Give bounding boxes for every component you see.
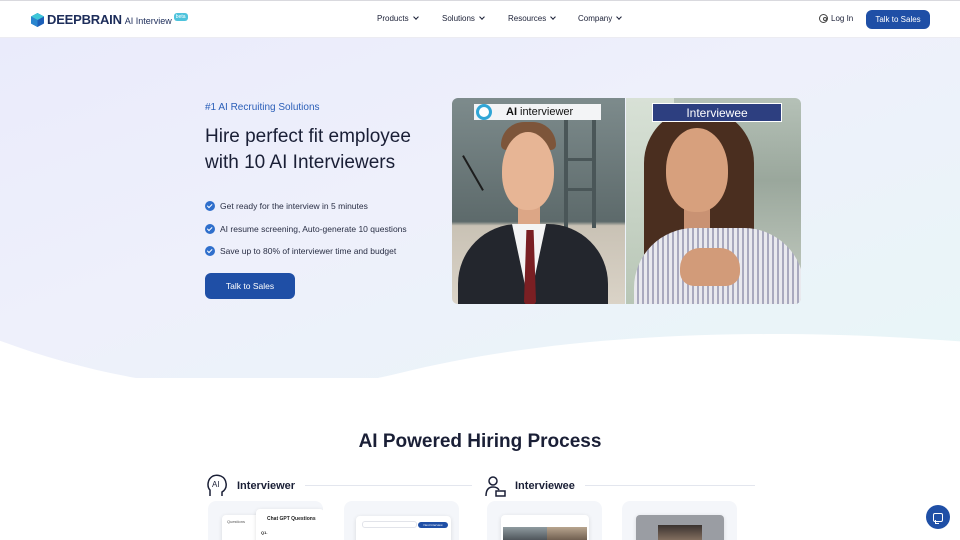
nav-solutions[interactable]: Solutions <box>442 14 485 23</box>
nav-solutions-label: Solutions <box>442 14 475 23</box>
interviewee-pane <box>625 98 801 304</box>
question-number: Q1. <box>261 530 268 535</box>
questions-header: Questions <box>227 519 246 524</box>
chat-bubble-icon <box>933 512 943 524</box>
check-circle-icon <box>205 246 215 257</box>
logo[interactable]: DEEPBRAIN AI Interview beta <box>31 12 188 27</box>
deepbrain-logo-icon <box>31 12 44 27</box>
next-interview-chip: Next Interview <box>418 522 448 528</box>
interview-session-panel <box>636 515 724 540</box>
section-title: AI Powered Hiring Process <box>358 431 602 452</box>
benefit-text: Get ready for the interview in 5 minutes <box>220 201 368 212</box>
interviewer-role: AI Interviewer <box>206 474 295 498</box>
interviewee-face <box>665 128 728 212</box>
interviewee-label: Interviewee <box>515 480 575 492</box>
benefit-text: AI resume screening, Auto-generate 10 qu… <box>220 223 407 234</box>
logo-product: AI Interview <box>124 15 172 26</box>
hero-wave-divider <box>0 334 960 378</box>
hero-title-line-1: Hire perfect fit employee <box>205 126 411 147</box>
header-talk-to-sales-button[interactable]: Talk to Sales <box>866 10 930 29</box>
chevron-down-icon <box>412 14 419 20</box>
nav-products[interactable]: Products <box>377 14 419 23</box>
desk-lamp <box>462 155 484 191</box>
filter-input <box>362 521 417 528</box>
divider <box>585 485 755 486</box>
benefit-text: Save up to 80% of interviewer time and b… <box>220 246 397 257</box>
site-header: DEEPBRAIN AI Interview beta Products Sol… <box>0 0 960 38</box>
participant-photo <box>547 527 587 540</box>
chat-gpt-title: Chat GPT Questions <box>267 516 316 522</box>
list-item: Save up to 80% of interviewer time and b… <box>205 240 407 263</box>
user-icon <box>819 14 828 23</box>
chevron-down-icon <box>479 14 485 20</box>
check-circle-icon <box>205 223 215 234</box>
chevron-down-icon <box>550 14 557 20</box>
interview-video-preview[interactable]: AI interviewer Interviewee <box>452 98 801 304</box>
login-label: Log In <box>831 14 854 23</box>
ai-head-icon: AI <box>207 474 227 496</box>
person-laptop-icon <box>485 476 506 497</box>
list-item: AI resume screening, Auto-generate 10 qu… <box>205 218 407 241</box>
ai-interviewer-tag-text: interviewer <box>520 106 574 118</box>
hero-title-line-2: with 10 AI Interviewers <box>205 152 396 173</box>
process-card-interviewee-1[interactable] <box>487 501 602 540</box>
interviewer-label: Interviewer <box>237 480 296 492</box>
hero-title: Hire perfect fit employee with 10 AI Int… <box>205 124 455 176</box>
process-card-questions[interactable]: Questions Chat GPT Questions Q1. <box>208 501 323 540</box>
chat-gpt-panel: Chat GPT Questions Q1. <box>256 509 323 540</box>
process-card-schedule[interactable]: Next Interview <box>344 501 459 540</box>
list-item: Get ready for the interview in 5 minutes <box>205 195 407 218</box>
nav-resources[interactable]: Resources <box>508 14 557 23</box>
chevron-down-icon <box>616 14 623 20</box>
interviewer-face <box>502 132 554 210</box>
participant-photo <box>503 527 548 540</box>
schedule-panel: Next Interview <box>356 516 451 540</box>
shelf-post <box>592 118 596 228</box>
nav-company-label: Company <box>578 14 613 23</box>
interviewee-tag: Interviewee <box>652 103 782 122</box>
interviewee-hands <box>679 248 740 286</box>
shelf-board <box>564 158 596 161</box>
ai-ring-icon <box>476 104 492 120</box>
divider <box>305 485 472 486</box>
hero-talk-to-sales-button[interactable]: Talk to Sales <box>205 273 295 299</box>
check-circle-icon <box>205 201 215 212</box>
nav-resources-label: Resources <box>508 14 547 23</box>
hero-benefits-list: Get ready for the interview in 5 minutes… <box>205 195 407 263</box>
shelf-post <box>564 118 568 228</box>
video-call-panel <box>501 515 589 540</box>
svg-text:AI: AI <box>212 480 220 489</box>
interviewee-role: Interviewee <box>484 474 575 498</box>
nav-products-label: Products <box>377 14 409 23</box>
login-link[interactable]: Log In <box>819 14 853 23</box>
ai-interviewer-tag: AI interviewer <box>474 104 601 120</box>
shelf-board <box>564 188 596 191</box>
hero-eyebrow: #1 AI Recruiting Solutions <box>205 102 320 113</box>
nav-company[interactable]: Company <box>578 14 623 23</box>
beta-badge: beta <box>173 12 188 21</box>
ai-interviewer-pane <box>452 98 625 304</box>
participant-photo <box>658 525 702 540</box>
process-card-interviewee-2[interactable] <box>622 501 737 540</box>
ai-interviewer-tag-bold: AI <box>506 106 517 118</box>
live-chat-button[interactable] <box>926 505 950 529</box>
logo-brand: DEEPBRAIN <box>47 12 122 27</box>
